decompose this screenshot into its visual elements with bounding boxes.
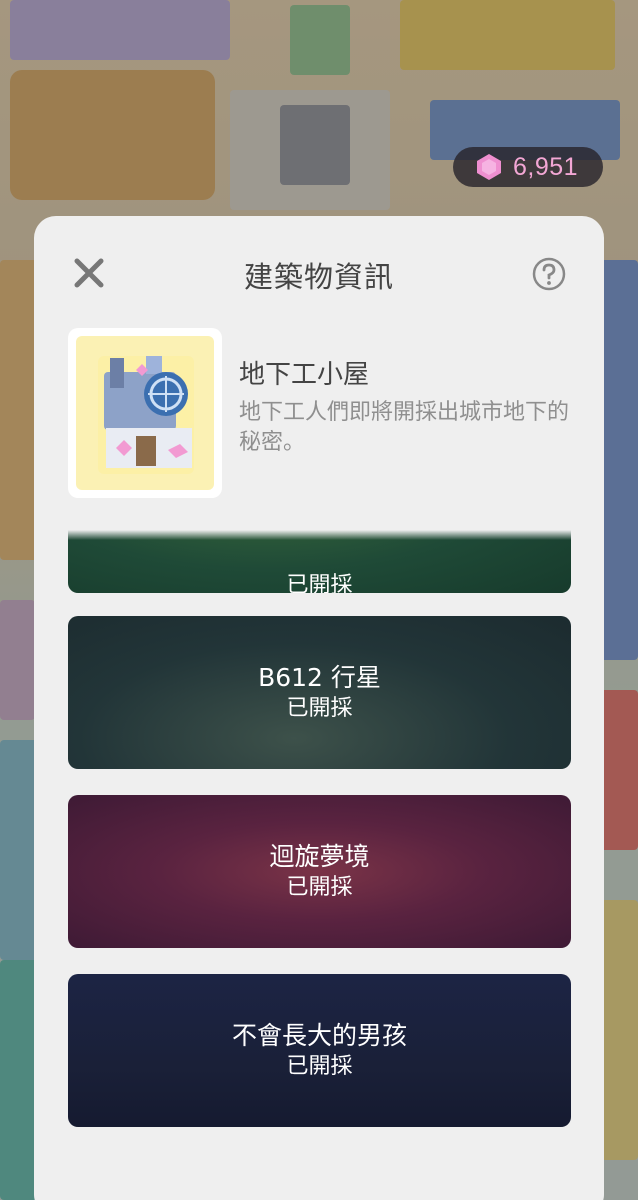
gem-counter[interactable]: 6,951 — [453, 147, 603, 187]
pink-gem-icon — [477, 154, 501, 180]
modal-header: 建築物資訊 — [34, 216, 604, 326]
mine-status: 已開採 — [286, 573, 353, 593]
mine-card-text: B612 行星 已開採 — [68, 662, 571, 724]
mine-status: 已開採 — [286, 695, 353, 721]
building-description: 地下工人們即將開採出城市地下的秘密。 — [239, 400, 570, 455]
modal-footer — [34, 1160, 604, 1200]
mine-status: 已開採 — [286, 874, 353, 900]
mine-card[interactable]: B612 行星 已開採 — [68, 616, 571, 769]
building-name: 地下工小屋 — [239, 360, 370, 390]
mine-card-text: 不會長大的男孩 已開採 — [68, 1020, 571, 1082]
gem-count: 6,951 — [513, 152, 579, 181]
mine-name: 不會長大的男孩 — [231, 1020, 407, 1050]
mine-card-text: 迴旋夢境 已開採 — [68, 841, 571, 903]
mine-card[interactable]: 不會長大的男孩 已開採 — [68, 974, 571, 1127]
building-thumbnail — [68, 328, 222, 498]
building-info-modal: 建築物資訊 地下工小屋 地下工人們即將開採出城市地下的秘密。 已開採 B612 … — [34, 216, 604, 1200]
mine-card[interactable]: 迴旋夢境 已開採 — [68, 795, 571, 948]
mine-list[interactable]: 已開採 B612 行星 已開採 迴旋夢境 已開採 不會長大的男孩 已開採 — [34, 530, 604, 1200]
list-fade — [34, 530, 604, 540]
modal-title: 建築物資訊 — [243, 260, 394, 294]
mine-card-text: 已開採 — [68, 571, 571, 593]
help-icon[interactable] — [532, 257, 566, 291]
mine-name: 迴旋夢境 — [269, 841, 370, 871]
building-info: 地下工小屋 地下工人們即將開採出城市地下的秘密。 — [34, 326, 604, 526]
mine-status: 已開採 — [286, 1053, 353, 1079]
mine-name: B612 行星 — [258, 662, 381, 692]
miner-hut-icon — [98, 356, 194, 474]
